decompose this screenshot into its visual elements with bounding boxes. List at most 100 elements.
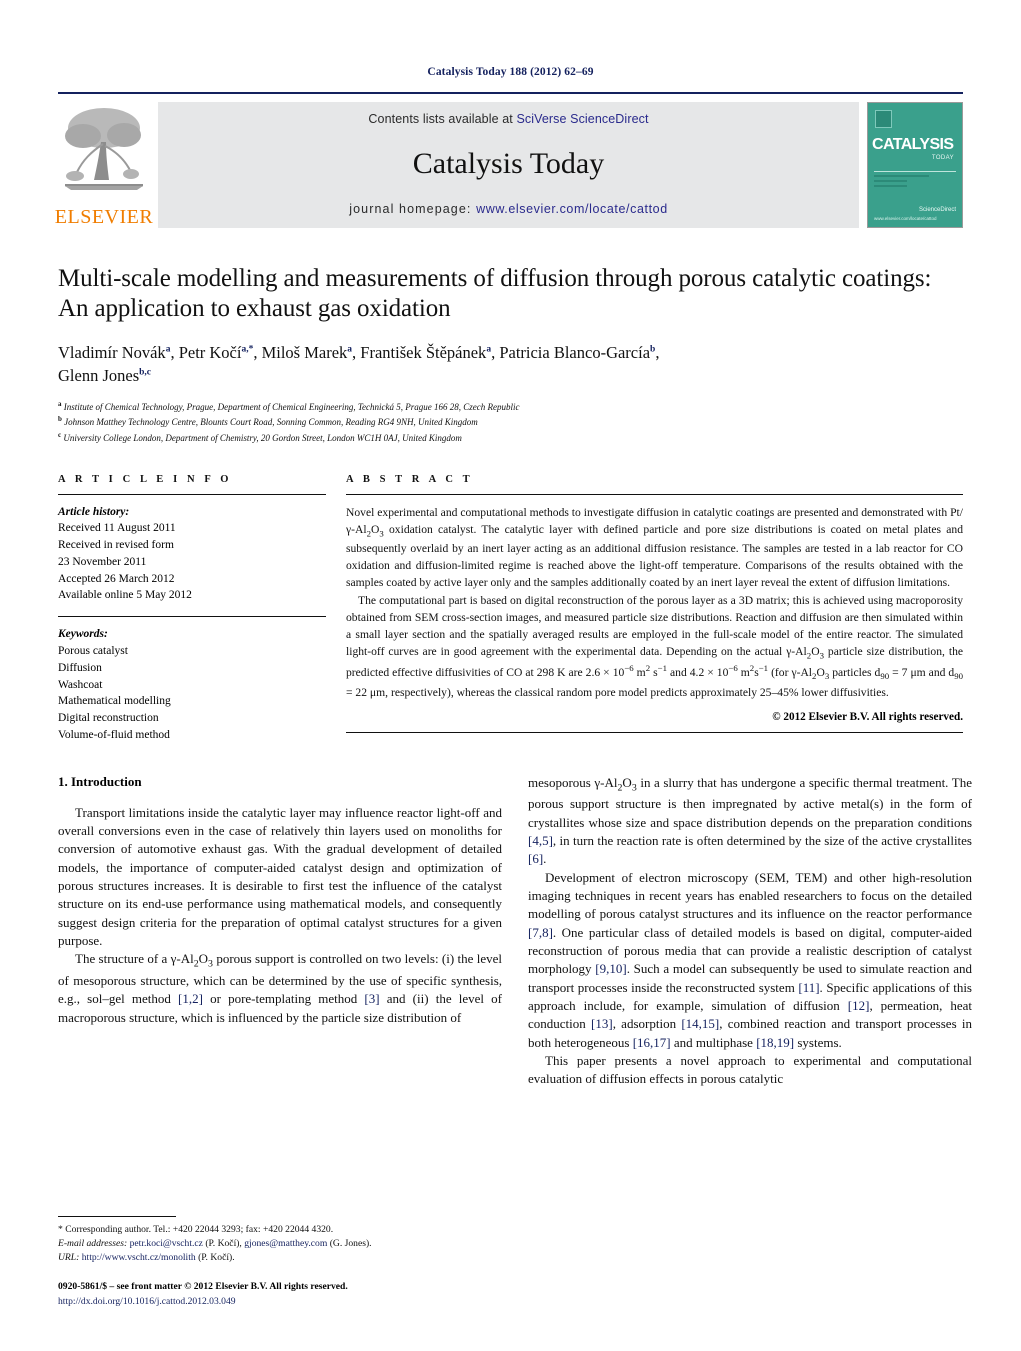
keyword-item: Washcoat xyxy=(58,678,103,691)
citation-ref[interactable]: [3] xyxy=(364,991,379,1006)
journal-banner: Contents lists available at SciVerse Sci… xyxy=(158,102,859,228)
footnote-rule xyxy=(58,1215,176,1217)
abstract-text-part: m xyxy=(737,666,750,680)
elsevier-tree-icon xyxy=(65,108,143,190)
chem-subscript: 2 xyxy=(366,528,371,539)
symbol-subscript: 90 xyxy=(880,671,890,682)
email-link-1[interactable]: petr.koci@vscht.cz xyxy=(130,1238,203,1249)
exponent: −6 xyxy=(624,663,634,674)
abstract-text-part: particles d xyxy=(829,666,881,680)
url-note: URL: http://www.vscht.cz/monolith (P. Ko… xyxy=(58,1251,502,1265)
article-history-group: Article history: Received 11 August 2011… xyxy=(58,504,326,605)
abstract-text-part: and 4.2 × 10 xyxy=(667,666,729,680)
author-name: František Štěpánek xyxy=(360,343,487,362)
author-affil-mark: a xyxy=(347,344,353,355)
page-title: Multi-scale modelling and measurements o… xyxy=(58,265,932,322)
author-name: Glenn Jones xyxy=(58,366,140,386)
url-label: URL: xyxy=(58,1252,80,1264)
affiliation-item: b Johnson Matthey Technology Centre, Blo… xyxy=(58,414,963,430)
body-paragraph: Transport limitations inside the catalyt… xyxy=(58,804,502,949)
abstract-paragraph: The computational part is based on digit… xyxy=(346,593,964,699)
author-name: Petr Kočí xyxy=(178,343,242,362)
cover-footer-text: www.elsevier.com/locate/cattod xyxy=(874,216,937,221)
abstract-text-part: m xyxy=(633,666,646,680)
chem-subscript: 2 xyxy=(617,782,623,794)
body-text-part: Development of electron microscopy (SEM,… xyxy=(528,869,972,922)
citation-ref[interactable]: [11] xyxy=(798,980,819,995)
body-text-part: . xyxy=(543,851,547,867)
affiliation-mark: a xyxy=(58,399,62,408)
cover-divider xyxy=(874,171,956,172)
article-info-column: A R T I C L E I N F O Article history: R… xyxy=(58,474,326,744)
author-affil-mark: b xyxy=(650,344,656,355)
history-item: Available online 5 May 2012 xyxy=(58,589,192,602)
author-list: Vladimír Nováka, Petr Kočía,*, Miloš Mar… xyxy=(58,343,660,386)
keywords-rule xyxy=(58,616,326,618)
exponent: −6 xyxy=(728,663,738,674)
imprint-block: 0920-5861/$ – see front matter © 2012 El… xyxy=(58,1280,502,1309)
contents-available-line: Contents lists available at SciVerse Sci… xyxy=(368,112,648,126)
citation-ref[interactable]: [14,15] xyxy=(681,1016,719,1031)
body-columns: 1. Introduction Transport limitations in… xyxy=(58,774,972,1089)
email-owner-1: (P. Kočí), xyxy=(202,1237,245,1249)
exponent: −1 xyxy=(657,663,668,674)
keyword-item: Porous catalyst xyxy=(58,645,128,658)
body-text-part: , adsorption xyxy=(612,1016,682,1032)
citation-ref[interactable]: [7,8] xyxy=(528,925,553,940)
citation-ref[interactable]: [4,5] xyxy=(528,833,553,848)
article-info-label: A R T I C L E I N F O xyxy=(58,473,233,485)
body-paragraph: The structure of a γ-Al2O3 porous suppor… xyxy=(58,951,502,1025)
keyword-item: Diffusion xyxy=(58,661,102,674)
author-affil-mark: b,c xyxy=(139,367,151,378)
affiliation-list: a Institute of Chemical Technology, Prag… xyxy=(58,399,963,446)
info-abstract-region: A R T I C L E I N F O Article history: R… xyxy=(58,474,963,744)
citation-ref[interactable]: [13] xyxy=(591,1016,613,1031)
elsevier-logo-block: ELSEVIER xyxy=(54,102,154,228)
cover-elsevier-icon xyxy=(875,110,892,128)
sciencedirect-link[interactable]: SciVerse ScienceDirect xyxy=(516,112,648,126)
journal-homepage-line: journal homepage: www.elsevier.com/locat… xyxy=(349,202,668,216)
citation-ref[interactable]: [9,10] xyxy=(595,961,626,976)
abstract-text-part: (for γ-Al xyxy=(768,666,813,680)
journal-cover-thumbnail: CATALYSIS TODAY ScienceDirect www.elsevi… xyxy=(867,102,963,228)
abstract-text-part: = 22 μm, respectively), whereas the clas… xyxy=(346,685,889,699)
citation-ref[interactable]: [16,17] xyxy=(633,1035,671,1050)
abstract-text-part: s xyxy=(650,666,658,680)
author-affil-mark: a xyxy=(165,344,171,355)
article-history-title: Article history: xyxy=(58,505,130,518)
affiliation-mark: c xyxy=(58,431,62,439)
body-paragraph: This paper presents a novel approach to … xyxy=(528,1052,972,1087)
doi-link[interactable]: http://dx.doi.org/10.1016/j.cattod.2012.… xyxy=(58,1295,502,1309)
exponent: −1 xyxy=(758,663,769,674)
affiliation-text: Johnson Matthey Technology Centre, Bloun… xyxy=(64,417,478,428)
journal-masthead: ELSEVIER Contents lists available at Sci… xyxy=(54,92,963,228)
email-link-2[interactable]: gjones@matthey.com xyxy=(244,1238,327,1249)
citation-ref[interactable]: [18,19] xyxy=(756,1035,794,1050)
body-column-right: mesoporous γ-Al2O3 in a slurry that has … xyxy=(528,774,972,1089)
abstract-bottom-rule xyxy=(346,731,963,733)
author-name: Miloš Marek xyxy=(261,343,348,362)
citation-ref[interactable]: [12] xyxy=(848,998,870,1013)
abstract-text-part: oxidation catalyst. The catalytic layer … xyxy=(346,522,963,590)
citation-ref[interactable]: [6] xyxy=(528,851,543,866)
journal-title: Catalysis Today xyxy=(412,147,605,180)
paper-page: Catalysis Today 188 (2012) 62–69 ELSEVIE… xyxy=(0,0,1021,1351)
author-url-link[interactable]: http://www.vscht.cz/monolith xyxy=(79,1252,196,1263)
title-zone: Multi-scale modelling and measurements o… xyxy=(58,264,963,446)
abstract-column: A B S T R A C T Novel experimental and c… xyxy=(346,474,963,744)
email-label: E-mail addresses: xyxy=(58,1237,128,1249)
body-text-part: , in turn the reaction rate is often det… xyxy=(552,832,972,848)
running-head: Catalysis Today 188 (2012) 62–69 xyxy=(427,66,594,78)
journal-homepage-link[interactable]: www.elsevier.com/locate/cattod xyxy=(476,202,668,216)
abstract-body: Novel experimental and computational met… xyxy=(346,504,963,701)
homepage-prefix-text: journal homepage: xyxy=(349,202,477,216)
affiliation-item: a Institute of Chemical Technology, Prag… xyxy=(58,399,963,415)
issn-line: 0920-5861/$ – see front matter © 2012 El… xyxy=(58,1281,348,1293)
keyword-item: Digital reconstruction xyxy=(58,712,159,725)
cover-placeholder-text-block xyxy=(874,175,952,190)
contents-prefix-text: Contents lists available at xyxy=(368,112,517,126)
affiliation-text: Institute of Chemical Technology, Prague… xyxy=(63,401,520,412)
elsevier-wordmark: ELSEVIER xyxy=(54,206,154,228)
citation-ref[interactable]: [1,2] xyxy=(178,991,203,1006)
affiliation-mark: b xyxy=(58,415,62,424)
